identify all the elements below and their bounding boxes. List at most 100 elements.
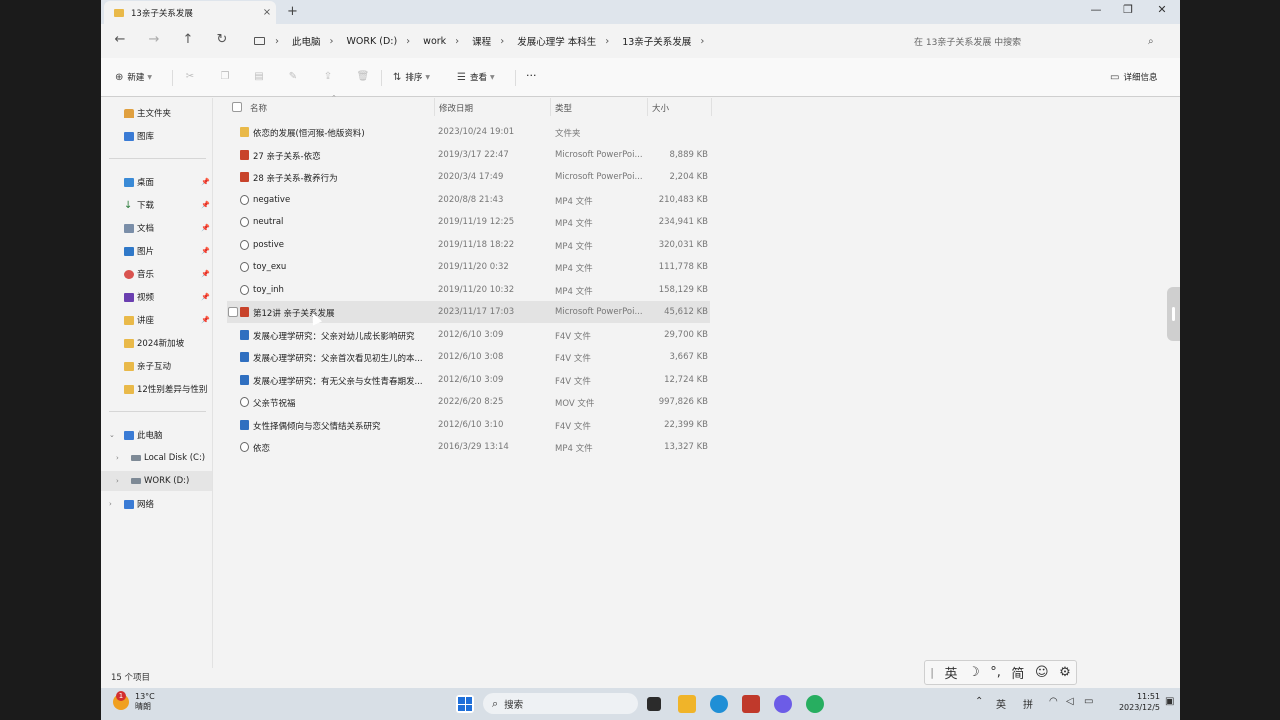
battery-icon[interactable]: ▭: [1084, 696, 1093, 707]
powerpoint-icon[interactable]: [742, 695, 760, 713]
sidebar-item-d-drive[interactable]: › WORK (D:): [101, 471, 213, 491]
sidebar-item-parent-child[interactable]: 亲子互动: [101, 356, 213, 376]
settings-icon[interactable]: ⚙: [1059, 665, 1071, 680]
tab-13亲子关系发展[interactable]: 13亲子关系发展 ×: [104, 1, 276, 24]
column-separator[interactable]: [550, 98, 551, 116]
breadcrumb-current[interactable]: 13亲子关系发展: [622, 34, 691, 48]
file-row[interactable]: 父亲节祝福 2022/6/20 8:25 MOV 文件 997,826 KB: [227, 391, 710, 413]
column-header-name[interactable]: 名称: [250, 102, 267, 120]
file-row[interactable]: postive 2019/11/18 18:22 MP4 文件 320,031 KB: [227, 234, 710, 256]
more-options-button[interactable]: ···: [526, 69, 537, 82]
column-separator[interactable]: [711, 98, 712, 116]
task-view-icon[interactable]: [647, 697, 661, 711]
taskbar-search[interactable]: ⌕ 搜索: [483, 693, 638, 714]
column-separator[interactable]: [434, 98, 435, 116]
sidebar-item-videos[interactable]: 视频 📌: [101, 287, 213, 307]
pin-icon[interactable]: 📌: [201, 270, 210, 278]
moon-icon[interactable]: ☽: [968, 665, 980, 680]
breadcrumb-separator[interactable]: ›: [500, 36, 504, 47]
file-row[interactable]: 发展心理学研究：父亲首次看见初生儿的本... 2012/6/10 3:08 F4V …: [227, 346, 710, 368]
file-row[interactable]: toy_inh 2019/11/20 10:32 MP4 文件 158,129 KB: [227, 279, 710, 301]
select-all-checkbox[interactable]: [232, 102, 242, 112]
breadcrumb-separator[interactable]: ›: [700, 36, 704, 47]
breadcrumb-separator[interactable]: ›: [455, 36, 459, 47]
details-pane-button[interactable]: ▭ 详细信息: [1110, 71, 1157, 84]
tray-language[interactable]: 英: [996, 696, 1006, 711]
file-row[interactable]: neutral 2019/11/19 12:25 MP4 文件 234,941 KB: [227, 211, 710, 233]
file-row[interactable]: 27 亲子关系-依恋 2019/3/17 22:47 Microsoft Power…: [227, 144, 710, 166]
new-tab-button[interactable]: +: [287, 4, 298, 19]
sidebar-item-music[interactable]: 音乐 📌: [101, 264, 213, 284]
sidebar-item-downloads[interactable]: ↓ 下载 📌: [101, 195, 213, 215]
volume-icon[interactable]: ◁: [1066, 696, 1074, 707]
sidebar-item-home[interactable]: 主文件夹: [101, 103, 213, 123]
media-player-icon[interactable]: [806, 695, 824, 713]
sidebar-item-network[interactable]: › 网络: [101, 494, 213, 514]
column-header-date[interactable]: 修改日期: [439, 102, 473, 120]
file-row[interactable]: 第12讲 亲子关系发展 2023/11/17 17:03 Microsoft Pow…: [227, 301, 710, 323]
sidebar-item-lectures[interactable]: 讲座 📌: [101, 310, 213, 330]
pin-icon[interactable]: 📌: [201, 224, 210, 232]
app-icon[interactable]: [774, 695, 792, 713]
breadcrumb-separator[interactable]: ›: [406, 36, 410, 47]
tray-ime[interactable]: 拼: [1023, 696, 1033, 711]
chevron-down-icon[interactable]: ⌄: [109, 431, 115, 439]
breadcrumb-this-pc[interactable]: 此电脑: [292, 34, 321, 48]
search-box[interactable]: 在 13亲子关系发展 中搜索 ⌕: [905, 29, 1168, 53]
sort-button[interactable]: ⇅ 排序 ▼: [393, 71, 430, 84]
sidebar-item-gallery[interactable]: 图库: [101, 126, 213, 146]
forward-button[interactable]: →: [145, 32, 163, 47]
address-bar[interactable]: › 此电脑 › WORK (D:) › work › 课程 › 发展心理学 本科…: [244, 29, 898, 53]
row-checkbox[interactable]: [228, 307, 238, 317]
weather-widget[interactable]: 1 13°C 晴朗: [113, 691, 155, 712]
maximize-button[interactable]: ❐: [1118, 3, 1138, 16]
pin-icon[interactable]: 📌: [201, 316, 210, 324]
chevron-right-icon[interactable]: ›: [116, 454, 119, 462]
column-separator[interactable]: [647, 98, 648, 116]
pane-divider[interactable]: [212, 98, 213, 668]
breadcrumb-work[interactable]: work: [423, 36, 446, 47]
edge-handle[interactable]: [1167, 287, 1180, 341]
new-button[interactable]: ⊕ 新建 ▼: [115, 71, 152, 84]
close-button[interactable]: ✕: [1152, 3, 1172, 16]
rename-icon[interactable]: ✎: [286, 71, 300, 82]
share-icon[interactable]: ⇪: [321, 71, 335, 82]
close-tab-icon[interactable]: ×: [258, 7, 276, 18]
breadcrumb-separator[interactable]: ›: [605, 36, 609, 47]
search-input[interactable]: 在 13亲子关系发展 中搜索: [914, 35, 1148, 48]
clock[interactable]: 11:51 2023/12/5: [1105, 691, 1160, 713]
emoji-icon[interactable]: ☺: [1035, 665, 1049, 680]
sidebar-item-pictures[interactable]: 图片 📌: [101, 241, 213, 261]
file-row[interactable]: toy_exu 2019/11/20 0:32 MP4 文件 111,778 KB: [227, 256, 710, 278]
file-row[interactable]: negative 2020/8/8 21:43 MP4 文件 210,483 KB: [227, 189, 710, 211]
ime-drag-handle[interactable]: |: [930, 666, 934, 679]
view-button[interactable]: ☰ 查看 ▼: [457, 71, 495, 84]
column-header-size[interactable]: 大小: [652, 102, 669, 120]
refresh-button[interactable]: ↻: [213, 32, 231, 47]
up-button[interactable]: ↑: [179, 32, 197, 47]
breadcrumb-work-drive[interactable]: WORK (D:): [347, 36, 398, 47]
back-button[interactable]: ←: [111, 32, 129, 47]
pin-icon[interactable]: 📌: [201, 247, 210, 255]
sidebar-item-documents[interactable]: 文档 📌: [101, 218, 213, 238]
ime-simplified-toggle[interactable]: 简: [1011, 663, 1024, 682]
copy-icon[interactable]: ❐: [218, 71, 232, 82]
chevron-right-icon[interactable]: ›: [109, 500, 112, 508]
paste-icon[interactable]: ▤: [252, 71, 266, 82]
pin-icon[interactable]: 📌: [201, 293, 210, 301]
chevron-up-icon[interactable]: ⌃: [975, 696, 983, 707]
sidebar-item-c-drive[interactable]: › Local Disk (C:): [101, 448, 213, 468]
ime-language-toggle[interactable]: 英: [945, 663, 958, 682]
file-row[interactable]: 依恋 2016/3/29 13:14 MP4 文件 13,327 KB: [227, 436, 710, 458]
file-row[interactable]: 依恋的发展(恒河猴-他版资料) 2023/10/24 19:01 文件夹: [227, 121, 710, 143]
column-header-type[interactable]: 类型: [555, 102, 572, 120]
breadcrumb-separator[interactable]: ›: [330, 36, 334, 47]
sidebar-item-2024-singapore[interactable]: 2024新加坡: [101, 333, 213, 353]
pin-icon[interactable]: 📌: [201, 201, 210, 209]
cut-icon[interactable]: ✂: [183, 71, 197, 82]
delete-icon[interactable]: 🗑: [356, 71, 370, 82]
sidebar-item-gender[interactable]: 12性别差异与性别: [101, 379, 213, 399]
breadcrumb-dev-psych[interactable]: 发展心理学 本科生: [517, 34, 596, 48]
wifi-icon[interactable]: ◠: [1049, 696, 1058, 707]
sidebar-item-desktop[interactable]: 桌面 📌: [101, 172, 213, 192]
